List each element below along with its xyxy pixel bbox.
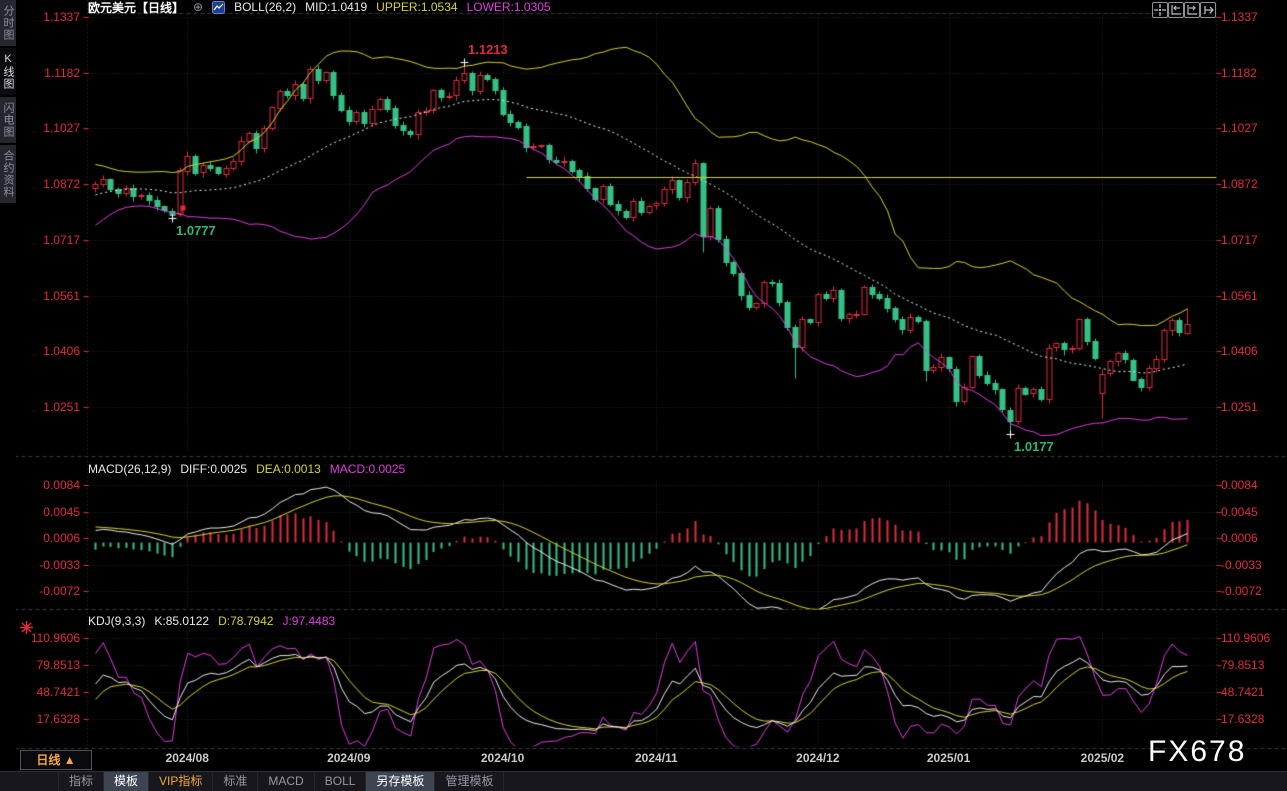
price-axis-label: 1.1182 <box>1221 66 1257 80</box>
x-axis-label: 2024/09 <box>319 751 379 765</box>
kdj-d-value: D:78.7942 <box>218 614 273 628</box>
kdj-axis-label: 110.9606 <box>1221 631 1270 645</box>
macd-axis-label: -0.0033 <box>1221 558 1262 572</box>
sidebar: 分时图 K线图闪电图合约资料 <box>0 0 16 790</box>
period-selector[interactable]: 日线 ▲ <box>20 750 92 770</box>
boll-mid-value: MID:1.0419 <box>305 0 367 14</box>
price-annotation: 1.1213 <box>468 42 508 57</box>
price-annotation: 1.0777 <box>176 223 216 238</box>
chart-type-icon[interactable] <box>212 1 225 14</box>
macd-title: MACD(26,12,9) <box>88 462 171 476</box>
macd-axis-label: 0.0006 <box>1221 531 1258 545</box>
macd-axis-label: 0.0084 <box>28 478 80 492</box>
bottom-tab-7[interactable]: 管理模板 <box>435 772 504 791</box>
price-axis-label: 1.1027 <box>1221 121 1258 135</box>
x-axis-label: 2024/10 <box>473 751 533 765</box>
price-axis-label: 1.0251 <box>28 400 80 414</box>
price-axis-label: 1.0717 <box>28 233 80 247</box>
bottom-tab-1[interactable]: 模板 <box>104 772 149 791</box>
price-axis-label: 1.1027 <box>28 121 80 135</box>
price-axis-label: 1.1337 <box>1221 10 1258 24</box>
price-axis-label: 1.0406 <box>1221 344 1258 358</box>
bottom-tab-bar: 指标模板VIP指标标准MACDBOLL另存模板管理模板 <box>0 771 1287 791</box>
symbol-title: 欧元美元【日线】 <box>88 0 184 16</box>
macd-value: MACD:0.0025 <box>330 462 405 476</box>
kdj-axis-label: 79.8513 <box>28 658 80 672</box>
macd-axis-label: 0.0084 <box>1221 478 1258 492</box>
bottom-tab-4[interactable]: MACD <box>258 772 314 791</box>
x-axis-label: 2024/12 <box>788 751 848 765</box>
bottom-tab-5[interactable]: BOLL <box>315 772 367 791</box>
kdj-axis-label: 48.7421 <box>1221 685 1264 699</box>
macd-diff-value: DIFF:0.0025 <box>180 462 247 476</box>
chart-header: 欧元美元【日线】 ⊕ BOLL(26,2) MID:1.0419 UPPER:1… <box>88 0 551 14</box>
boll-upper-value: UPPER:1.0534 <box>376 0 457 14</box>
price-axis-label: 1.0561 <box>1221 289 1258 303</box>
add-indicator-icon[interactable]: ⊕ <box>193 1 203 13</box>
crosshair-icon[interactable] <box>1152 2 1168 18</box>
sidebar-tab-0[interactable]: 分时图 <box>0 0 16 46</box>
x-axis-label: 2024/08 <box>157 751 217 765</box>
axis-zoom-out-icon[interactable] <box>1168 2 1184 18</box>
price-axis-label: 1.0406 <box>28 344 80 358</box>
price-axis-label: 1.0872 <box>1221 177 1258 191</box>
price-axis-label: 1.0717 <box>1221 233 1258 247</box>
x-axis-label: 2024/11 <box>626 751 686 765</box>
kdj-axis-label: 110.9606 <box>28 631 80 645</box>
sidebar-tab-2[interactable]: 闪电图 <box>0 97 16 143</box>
kdj-axis-label: 79.8513 <box>1221 658 1264 672</box>
macd-axis-label: -0.0072 <box>1221 584 1262 598</box>
kdj-axis-label: 17.6328 <box>28 712 80 726</box>
jump-to-latest-icon[interactable] <box>1200 2 1216 18</box>
sidebar-tab-3[interactable]: 合约资料 <box>0 145 16 203</box>
kdj-settings-icon[interactable] <box>20 621 33 639</box>
macd-axis-label: -0.0033 <box>28 558 80 572</box>
macd-axis-label: -0.0072 <box>28 584 80 598</box>
axis-zoom-in-icon[interactable] <box>1184 2 1200 18</box>
price-axis-label: 1.0872 <box>28 177 80 191</box>
kdj-header: KDJ(9,3,3) K:85.0122 D:78.7942 J:97.4483 <box>88 614 335 628</box>
x-axis-label: 2025/01 <box>919 751 979 765</box>
price-annotation: 1.0177 <box>1014 439 1054 454</box>
macd-axis-label: 0.0045 <box>1221 505 1258 519</box>
kdj-k-value: K:85.0122 <box>154 614 209 628</box>
boll-lower-value: LOWER:1.0305 <box>467 0 551 14</box>
kdj-axis-label: 17.6328 <box>1221 712 1264 726</box>
macd-axis-label: 0.0045 <box>28 505 80 519</box>
bottom-tab-3[interactable]: 标准 <box>213 772 258 791</box>
watermark: FX678 <box>1148 735 1246 769</box>
bottom-tab-6[interactable]: 另存模板 <box>366 772 435 791</box>
bottom-tab-2[interactable]: VIP指标 <box>149 772 213 791</box>
kdj-axis-label: 48.7421 <box>28 685 80 699</box>
kdj-title: KDJ(9,3,3) <box>88 614 145 628</box>
macd-axis-label: 0.0006 <box>28 531 80 545</box>
kdj-j-value: J:97.4483 <box>282 614 335 628</box>
macd-header: MACD(26,12,9) DIFF:0.0025 DEA:0.0013 MAC… <box>88 462 405 476</box>
price-axis-label: 1.1182 <box>28 66 80 80</box>
chart-canvas[interactable] <box>0 0 1287 790</box>
macd-dea-value: DEA:0.0013 <box>256 462 321 476</box>
bottom-tab-0[interactable]: 指标 <box>58 772 104 791</box>
trading-app: { "header": { "symbol_title": "欧元美元【日线】"… <box>0 0 1287 790</box>
price-axis-label: 1.1337 <box>28 10 80 24</box>
sidebar-tab-1[interactable]: K线图 <box>0 48 16 95</box>
boll-label: BOLL(26,2) <box>234 0 296 14</box>
price-axis-label: 1.0251 <box>1221 400 1258 414</box>
x-axis-label: 2025/02 <box>1072 751 1132 765</box>
price-axis-label: 1.0561 <box>28 289 80 303</box>
